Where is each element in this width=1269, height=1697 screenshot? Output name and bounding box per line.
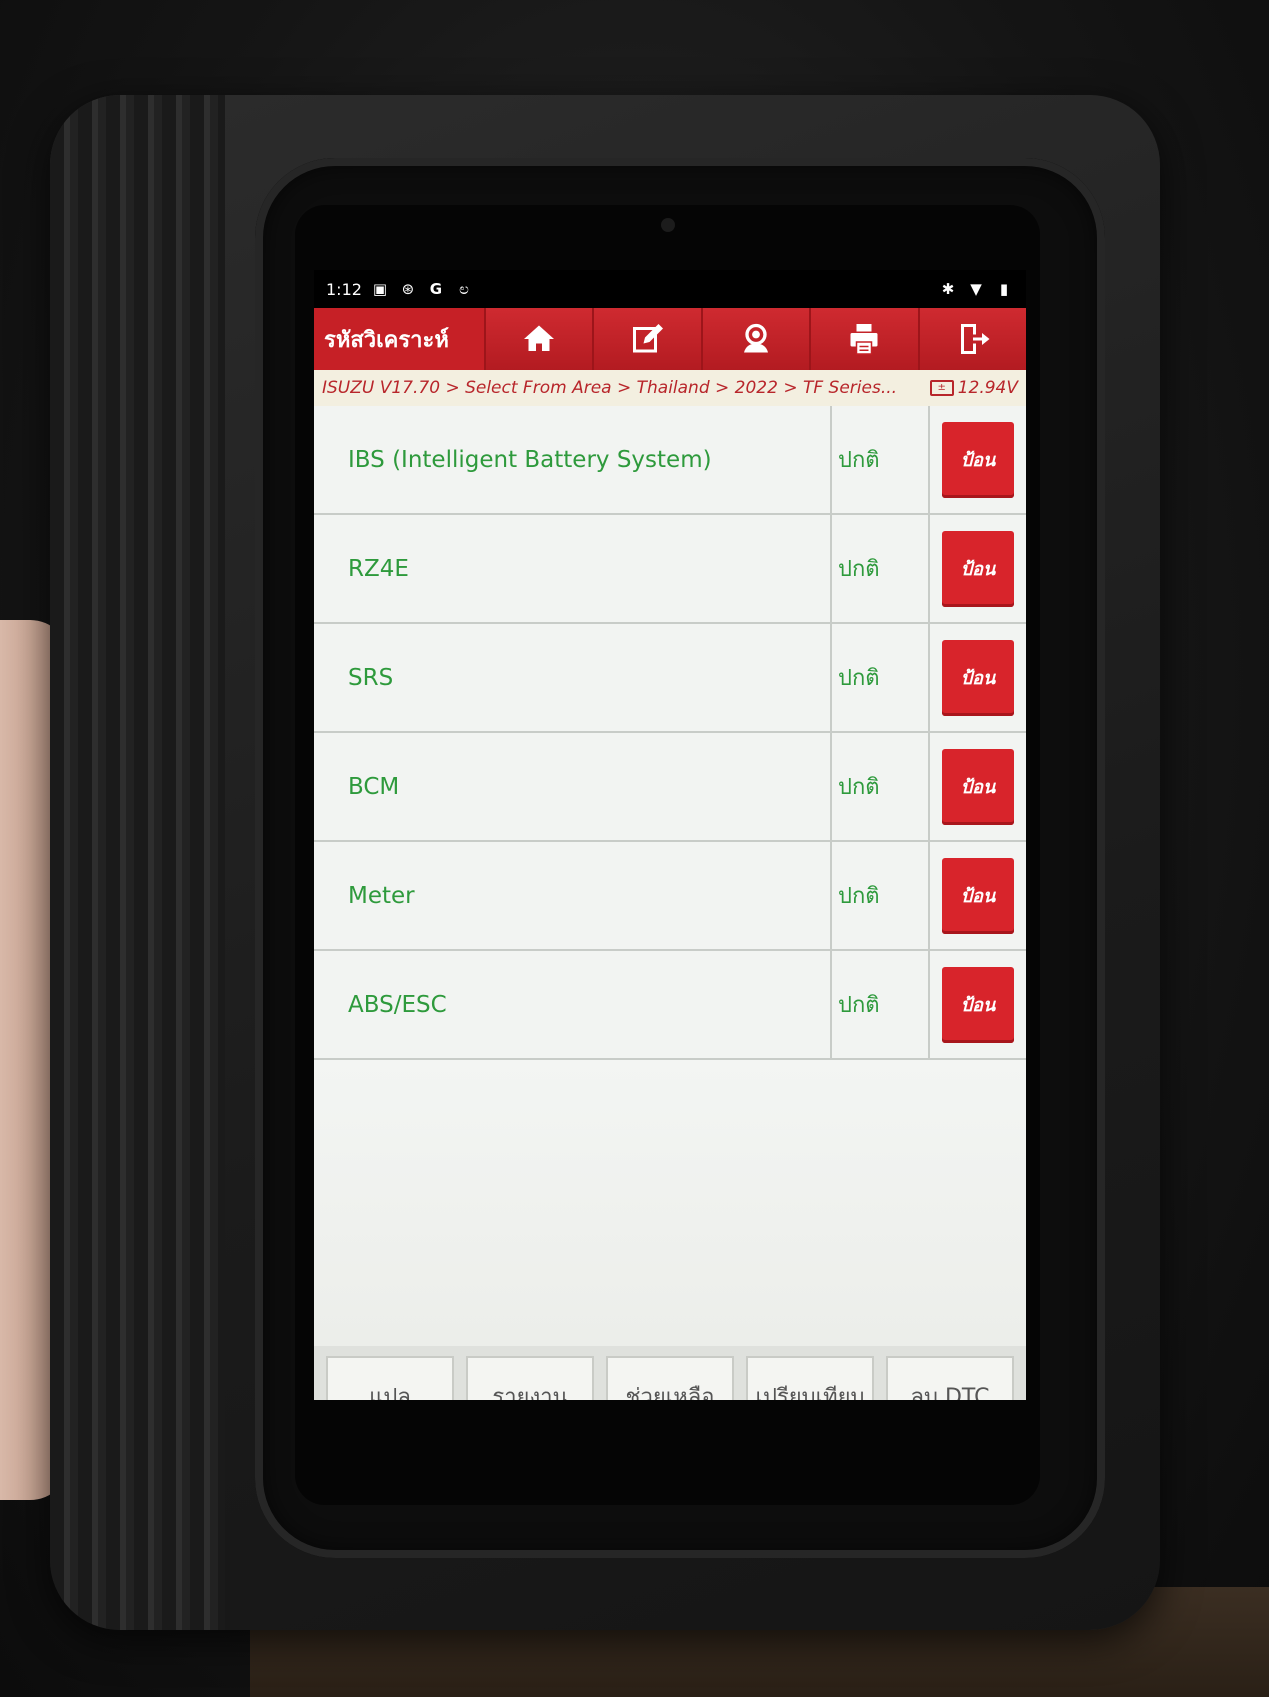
system-row: IBS (Intelligent Battery System) ปกติ ป้…	[314, 406, 1026, 515]
system-row: BCM ปกติ ป้อน	[314, 733, 1026, 842]
enter-button[interactable]: ป้อน	[942, 639, 1014, 716]
exit-button[interactable]	[917, 308, 1026, 370]
status-left: 1:12 ▣ ⊛ G ಲ	[326, 280, 474, 299]
settings-sync-icon: ⊛	[401, 280, 415, 298]
bluetooth-icon: ✱	[941, 280, 955, 298]
system-name: ABS/ESC	[314, 951, 832, 1058]
car-battery-icon: ±	[929, 380, 954, 396]
system-status: ปกติ	[832, 624, 930, 731]
system-row: SRS ปกติ ป้อน	[314, 624, 1026, 733]
status-right: ✱ ▼ ▮	[938, 280, 1014, 298]
tablet-grip	[50, 95, 225, 1630]
battery-icon: ▮	[999, 280, 1009, 298]
enter-button[interactable]: ป้อน	[942, 421, 1014, 498]
system-name: Meter	[314, 842, 832, 949]
front-camera	[661, 218, 675, 232]
system-name: RZ4E	[314, 515, 832, 622]
system-status: ปกติ	[832, 951, 930, 1058]
enter-button[interactable]: ป้อน	[942, 966, 1014, 1043]
system-list: IBS (Intelligent Battery System) ปกติ ป้…	[314, 406, 1026, 1060]
home-icon	[524, 325, 555, 351]
status-time: 1:12	[326, 279, 362, 299]
enter-button[interactable]: ป้อน	[942, 530, 1014, 607]
system-row: RZ4E ปกติ ป้อน	[314, 515, 1026, 624]
enter-cell: ป้อน	[930, 951, 1026, 1058]
edit-icon	[632, 324, 663, 353]
system-status: ปกติ	[832, 406, 930, 513]
enter-button[interactable]: ป้อน	[942, 748, 1014, 825]
diagnostic-icon: ಲ	[459, 280, 469, 298]
enter-cell: ป้อน	[930, 842, 1026, 949]
voltage-value: 12.94V	[957, 378, 1018, 398]
system-status: ปกติ	[832, 842, 930, 949]
app-bar: รหัสวิเคราะห์	[314, 308, 1026, 370]
edit-button[interactable]	[592, 308, 701, 370]
home-button[interactable]	[484, 308, 593, 370]
print-icon	[850, 324, 878, 355]
bottom-toolbar: แปล รายงาน ช่วยเหลือ เปรียบเทียบ ลบ DTC	[314, 1346, 1026, 1400]
enter-cell: ป้อน	[930, 624, 1026, 731]
report-button[interactable]: รายงาน	[466, 1356, 594, 1400]
exit-icon	[960, 324, 990, 354]
support-icon	[744, 323, 769, 353]
enter-button[interactable]: ป้อน	[942, 857, 1014, 934]
compare-button[interactable]: เปรียบเทียบ	[746, 1356, 874, 1400]
photo-icon: ▣	[372, 280, 388, 298]
system-name: IBS (Intelligent Battery System)	[314, 406, 832, 513]
system-name: SRS	[314, 624, 832, 731]
enter-cell: ป้อน	[930, 406, 1026, 513]
breadcrumb-path: ISUZU V17.70 > Select From Area > Thaila…	[322, 378, 898, 398]
status-bar: 1:12 ▣ ⊛ G ಲ ✱ ▼ ▮	[314, 270, 1026, 308]
system-row: ABS/ESC ปกติ ป้อน	[314, 951, 1026, 1060]
system-status: ปกติ	[832, 733, 930, 840]
app-title: รหัสวิเคราะห์	[324, 327, 449, 353]
wifi-icon: ▼	[970, 280, 982, 298]
list-empty-area	[314, 1060, 1026, 1346]
google-icon: G	[429, 280, 443, 298]
enter-cell: ป้อน	[930, 515, 1026, 622]
system-row: Meter ปกติ ป้อน	[314, 842, 1026, 951]
support-button[interactable]	[700, 308, 810, 370]
breadcrumb: ISUZU V17.70 > Select From Area > Thaila…	[314, 370, 1026, 406]
translate-button[interactable]: แปล	[326, 1356, 454, 1400]
help-button[interactable]: ช่วยเหลือ	[606, 1356, 734, 1400]
system-status: ปกติ	[832, 515, 930, 622]
battery-voltage: ± 12.94V	[929, 378, 1018, 398]
clear-dtc-button[interactable]: ลบ DTC	[886, 1356, 1014, 1400]
system-name: BCM	[314, 733, 832, 840]
enter-cell: ป้อน	[930, 733, 1026, 840]
display: 1:12 ▣ ⊛ G ಲ ✱ ▼ ▮ รหัสวิเคราะห์ ISUZU V…	[314, 270, 1026, 1400]
print-button[interactable]	[809, 308, 918, 370]
